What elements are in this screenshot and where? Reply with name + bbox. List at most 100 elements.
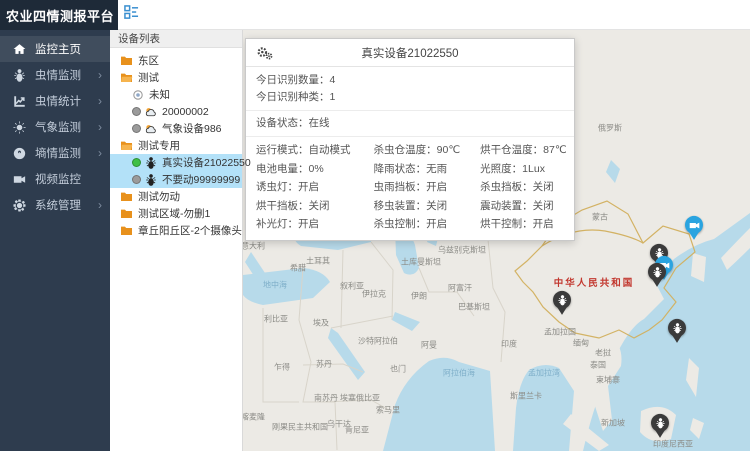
cloud-icon bbox=[145, 123, 157, 135]
status-dot-gray bbox=[132, 124, 141, 133]
tree-group-9[interactable]: 测试勿动 bbox=[110, 188, 242, 205]
tree-item-label: 测试专用 bbox=[138, 138, 180, 153]
camera-marker[interactable] bbox=[685, 216, 703, 240]
popup-stats: 今日识别数量：4今日识别种类：1 bbox=[246, 67, 574, 111]
popup-field-6: 光照度：1Lux bbox=[480, 160, 574, 179]
folder-open-icon bbox=[120, 140, 133, 151]
bug-icon bbox=[145, 157, 157, 169]
sidebar: 监控主页虫情监测›虫情统计›气象监测›墒情监测›视频监控系统管理› bbox=[0, 30, 110, 451]
chevron-right-icon: › bbox=[98, 68, 102, 82]
sidebar-item-2[interactable]: 虫情监测› bbox=[0, 62, 110, 88]
popup-field-5: 降雨状态：无雨 bbox=[374, 160, 481, 179]
popup-field-1: 运行模式：自动模式 bbox=[256, 141, 374, 160]
tree-group-1[interactable]: 东区 bbox=[110, 52, 242, 69]
marker-tail bbox=[689, 232, 699, 240]
sidebar-item-6[interactable]: 视频监控 bbox=[0, 166, 110, 192]
tree-item-label: 东区 bbox=[138, 53, 159, 68]
popup-grid: 运行模式：自动模式杀虫仓温度：90℃烘干仓温度：87℃ 电池电量：0%降雨状态：无… bbox=[246, 137, 574, 240]
home-icon bbox=[12, 42, 26, 56]
popup-field-10: 烘干挡板：关闭 bbox=[256, 197, 374, 216]
device-list-title: 设备列表 bbox=[110, 30, 242, 48]
tree-device-8[interactable]: 不要动99999999 bbox=[110, 171, 242, 188]
device-tree: 东区测试未知 20000002 气象设备986 测试专用真实设备21022550不要动… bbox=[110, 48, 242, 239]
tree-item-label: 测试区域-勿删1 bbox=[138, 206, 210, 221]
popup-field-7: 诱虫灯：开启 bbox=[256, 178, 374, 197]
chevron-right-icon: › bbox=[98, 94, 102, 108]
popup-stat-2: 今日识别种类：1 bbox=[256, 89, 564, 106]
marker-tail bbox=[655, 430, 665, 438]
popup-header: 真实设备21022550 bbox=[246, 39, 574, 67]
popup-field-2: 杀虫仓温度：90℃ bbox=[374, 141, 481, 160]
tree-item-label: 章丘阳丘区-2个摄像头 bbox=[138, 223, 242, 238]
cloud-icon bbox=[145, 106, 157, 118]
radio-icon bbox=[132, 89, 144, 101]
folder-open-icon bbox=[120, 72, 133, 83]
popup-field-12: 震动装置：关闭 bbox=[480, 197, 574, 216]
map-canvas[interactable]: 俄罗斯蒙古哈萨克斯坦乌克兰捷克匈牙利罗马尼亚意大利希腊土耳其土库曼斯坦乌兹别克斯… bbox=[243, 30, 750, 451]
sidebar-item-label: 虫情监测 bbox=[35, 67, 98, 83]
popup-field-15: 烘干控制：开启 bbox=[480, 215, 574, 234]
tree-item-label: 不要动99999999 bbox=[162, 172, 240, 187]
tree-group-6[interactable]: 测试专用 bbox=[110, 137, 242, 154]
gear-icon bbox=[12, 198, 26, 212]
tree-item-label: 20000002 bbox=[162, 106, 209, 118]
sidebar-item-4[interactable]: 气象监测› bbox=[0, 114, 110, 140]
tree-item-label: 测试 bbox=[138, 70, 159, 85]
chevron-right-icon: › bbox=[98, 146, 102, 160]
video-icon bbox=[12, 172, 26, 186]
popup-field-14: 杀虫控制：开启 bbox=[374, 215, 481, 234]
popup-field-3: 烘干仓温度：87℃ bbox=[480, 141, 574, 160]
folder-icon bbox=[120, 208, 133, 219]
bug-icon bbox=[145, 174, 157, 186]
marker-tail bbox=[557, 307, 567, 315]
popup-field-4: 电池电量：0% bbox=[256, 160, 374, 179]
status-dot-gray bbox=[132, 175, 141, 184]
insect-device-marker[interactable] bbox=[648, 263, 666, 287]
app-title: 农业四情测报平台 bbox=[0, 0, 118, 30]
tree-device-4[interactable]: 20000002 bbox=[110, 103, 242, 120]
popup-field-11: 移虫装置：关闭 bbox=[374, 197, 481, 216]
tree-device-3[interactable]: 未知 bbox=[110, 86, 242, 103]
sidebar-item-label: 视频监控 bbox=[35, 171, 102, 187]
tree-item-label: 真实设备21022550 bbox=[162, 155, 251, 170]
popup-field-13: 补光灯：开启 bbox=[256, 215, 374, 234]
sidebar-item-label: 气象监测 bbox=[35, 119, 98, 135]
tree-item-label: 气象设备986 bbox=[162, 121, 222, 136]
tree-layout-icon[interactable] bbox=[124, 5, 139, 25]
sidebar-item-7[interactable]: 系统管理› bbox=[0, 192, 110, 218]
gears-icon[interactable] bbox=[256, 45, 274, 61]
sidebar-item-5[interactable]: 墒情监测› bbox=[0, 140, 110, 166]
marker-tail bbox=[672, 335, 682, 343]
tree-group-2[interactable]: 测试 bbox=[110, 69, 242, 86]
insect-device-marker[interactable] bbox=[651, 414, 669, 438]
folder-icon bbox=[120, 225, 133, 236]
marker-tail bbox=[652, 279, 662, 287]
tree-device-5[interactable]: 气象设备986 bbox=[110, 120, 242, 137]
chevron-right-icon: › bbox=[98, 198, 102, 212]
folder-icon bbox=[120, 55, 133, 66]
bug-icon bbox=[12, 68, 26, 82]
sidebar-item-3[interactable]: 虫情统计› bbox=[0, 88, 110, 114]
sidebar-item-label: 监控主页 bbox=[35, 41, 102, 57]
device-detail-popup: 真实设备21022550 今日识别数量：4今日识别种类：1 设备状态：在线 运行… bbox=[245, 38, 575, 241]
status-dot-gray bbox=[132, 107, 141, 116]
tree-group-11[interactable]: 章丘阳丘区-2个摄像头 bbox=[110, 222, 242, 239]
device-list-panel: 设备列表 东区测试未知 20000002 气象设备986 测试专用真实设备210225… bbox=[110, 30, 243, 451]
popup-title: 真实设备21022550 bbox=[274, 45, 546, 61]
insect-device-marker[interactable] bbox=[553, 291, 571, 315]
popup-field-9: 杀虫挡板：关闭 bbox=[480, 178, 574, 197]
globe-icon bbox=[12, 146, 26, 160]
sun-icon bbox=[12, 120, 26, 134]
sidebar-item-label: 系统管理 bbox=[35, 197, 98, 213]
insect-device-marker[interactable] bbox=[668, 319, 686, 343]
tree-item-label: 测试勿动 bbox=[138, 189, 180, 204]
sidebar-item-label: 虫情统计 bbox=[35, 93, 98, 109]
chart-icon bbox=[12, 94, 26, 108]
chevron-right-icon: › bbox=[98, 120, 102, 134]
sidebar-item-label: 墒情监测 bbox=[35, 145, 98, 161]
status-dot-green bbox=[132, 158, 141, 167]
sidebar-item-1[interactable]: 监控主页 bbox=[0, 36, 110, 62]
tree-group-10[interactable]: 测试区域-勿删1 bbox=[110, 205, 242, 222]
tree-item-label: 未知 bbox=[149, 87, 170, 102]
tree-device-7[interactable]: 真实设备21022550 bbox=[110, 154, 242, 171]
